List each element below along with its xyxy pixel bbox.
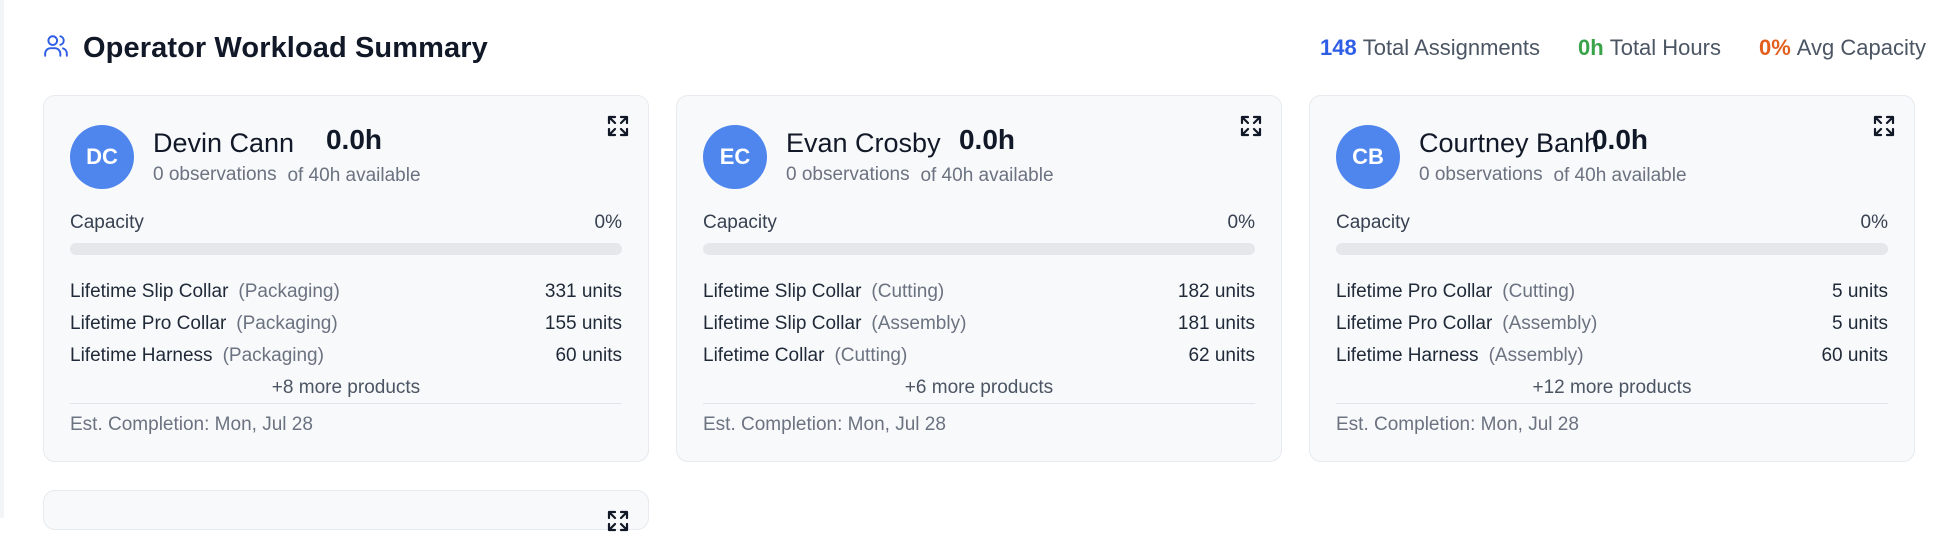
stat-label: Total Hours <box>1609 35 1721 60</box>
product-category: (Assembly) <box>871 313 967 334</box>
hours-value: 0.0h <box>325 124 383 155</box>
more-products-link[interactable]: +8 more products <box>70 373 622 403</box>
hours-block: 0.0h of 40h available <box>917 124 1057 187</box>
product-row: Lifetime Pro Collar (Packaging) 155 units <box>70 308 622 340</box>
product-list: Lifetime Pro Collar (Cutting) 5 units Life… <box>1336 276 1888 403</box>
avatar: EC <box>703 125 767 189</box>
stat-total-hours: 0h Total Hours <box>1578 35 1721 61</box>
product-row: Lifetime Harness (Assembly) 60 units <box>1336 340 1888 372</box>
avatar: CB <box>1336 125 1400 189</box>
hours-value: 0.0h <box>958 124 1016 155</box>
operator-name: Devin Cann <box>153 128 295 158</box>
capacity-bar <box>703 243 1255 255</box>
stat-value: 0h <box>1578 35 1604 60</box>
product-row: Lifetime Slip Collar (Cutting) 182 units <box>703 276 1255 308</box>
product-row: Lifetime Pro Collar (Cutting) 5 units <box>1336 276 1888 308</box>
observations-count: 0 observations <box>786 164 910 185</box>
page-header: Operator Workload Summary 148 Total Assig… <box>43 28 1926 68</box>
product-row: Lifetime Pro Collar (Assembly) 5 units <box>1336 308 1888 340</box>
capacity-label: Capacity <box>70 212 144 233</box>
more-products-link[interactable]: +12 more products <box>1336 373 1888 403</box>
product-name: Lifetime Pro Collar <box>1336 281 1493 302</box>
more-products-link[interactable]: +6 more products <box>703 373 1255 403</box>
observations-count: 0 observations <box>153 164 277 185</box>
capacity-row: Capacity 0% <box>703 212 1255 234</box>
stat-label: Total Assignments <box>1362 35 1541 60</box>
hours-available: of 40h available <box>287 165 421 186</box>
divider <box>70 403 622 404</box>
product-units: 62 units <box>1188 345 1255 366</box>
capacity-row: Capacity 0% <box>70 212 622 234</box>
product-units: 5 units <box>1832 281 1888 302</box>
capacity-bar <box>1336 243 1888 255</box>
product-row: Lifetime Collar (Cutting) 62 units <box>703 340 1255 372</box>
expand-icon[interactable] <box>606 114 630 138</box>
product-row: Lifetime Harness (Packaging) 60 units <box>70 340 622 372</box>
hours-block: 0.0h of 40h available <box>1550 124 1690 187</box>
est-completion: Est. Completion: Mon, Jul 28 <box>703 414 946 435</box>
product-units: 60 units <box>1821 345 1888 366</box>
header-title-group: Operator Workload Summary <box>43 32 488 65</box>
operator-card[interactable] <box>43 490 649 533</box>
product-category: (Packaging) <box>222 345 324 366</box>
capacity-label: Capacity <box>1336 212 1410 233</box>
product-units: 182 units <box>1177 281 1255 302</box>
hours-available: of 40h available <box>1553 165 1687 186</box>
expand-icon[interactable] <box>1872 114 1896 138</box>
capacity-row: Capacity 0% <box>1336 212 1888 234</box>
operator-card[interactable]: EC Evan Crosby 0 observations 0.0h of 40… <box>676 95 1282 462</box>
product-row: Lifetime Slip Collar (Assembly) 181 units <box>703 308 1255 340</box>
operator-card[interactable]: CB Courtney Banh 0 observations 0.0h of … <box>1309 95 1915 462</box>
product-category: (Cutting) <box>871 281 945 302</box>
left-border <box>0 0 4 518</box>
product-category: (Cutting) <box>1502 281 1576 302</box>
capacity-value: 0% <box>1227 212 1255 233</box>
est-completion: Est. Completion: Mon, Jul 28 <box>70 414 313 435</box>
product-category: (Cutting) <box>834 345 908 366</box>
stat-total-assignments: 148 Total Assignments <box>1320 35 1540 61</box>
product-units: 60 units <box>555 345 622 366</box>
product-units: 155 units <box>544 313 622 334</box>
product-name: Lifetime Collar <box>703 345 825 366</box>
capacity-label: Capacity <box>703 212 777 233</box>
product-row: Lifetime Slip Collar (Packaging) 331 units <box>70 276 622 308</box>
expand-icon[interactable] <box>606 509 630 533</box>
stat-value: 148 <box>1319 35 1357 60</box>
product-name: Lifetime Slip Collar <box>70 281 229 302</box>
users-icon <box>43 33 69 64</box>
capacity-value: 0% <box>594 212 622 233</box>
stat-value: 0% <box>1758 35 1791 60</box>
operator-card[interactable]: DC Devin Cann 0 observations 0.0h of 40h… <box>43 95 649 462</box>
product-name: Lifetime Pro Collar <box>1336 313 1493 334</box>
observations-count: 0 observations <box>1419 164 1543 185</box>
product-name: Lifetime Harness <box>70 345 213 366</box>
product-name: Lifetime Harness <box>1336 345 1479 366</box>
product-name: Lifetime Slip Collar <box>703 313 862 334</box>
product-units: 331 units <box>544 281 622 302</box>
capacity-bar <box>70 243 622 255</box>
capacity-value: 0% <box>1860 212 1888 233</box>
product-list: Lifetime Slip Collar (Cutting) 182 units L… <box>703 276 1255 403</box>
product-units: 181 units <box>1177 313 1255 334</box>
product-category: (Assembly) <box>1488 345 1584 366</box>
expand-icon[interactable] <box>1239 114 1263 138</box>
stat-avg-capacity: 0% Avg Capacity <box>1759 35 1926 61</box>
avatar: DC <box>70 125 134 189</box>
product-list: Lifetime Slip Collar (Packaging) 331 units… <box>70 276 622 403</box>
hours-value: 0.0h <box>1591 124 1649 155</box>
divider <box>703 403 1255 404</box>
product-category: (Packaging) <box>236 313 338 334</box>
header-stats: 148 Total Assignments 0h Total Hours 0% Avg… <box>1320 35 1926 61</box>
product-units: 5 units <box>1832 313 1888 334</box>
product-name: Lifetime Pro Collar <box>70 313 227 334</box>
product-category: (Assembly) <box>1502 313 1598 334</box>
product-name: Lifetime Slip Collar <box>703 281 862 302</box>
hours-available: of 40h available <box>920 165 1054 186</box>
hours-block: 0.0h of 40h available <box>284 124 424 187</box>
divider <box>1336 403 1888 404</box>
stat-label: Avg Capacity <box>1796 35 1926 60</box>
page-title: Operator Workload Summary <box>83 31 488 64</box>
est-completion: Est. Completion: Mon, Jul 28 <box>1336 414 1579 435</box>
product-category: (Packaging) <box>238 281 340 302</box>
